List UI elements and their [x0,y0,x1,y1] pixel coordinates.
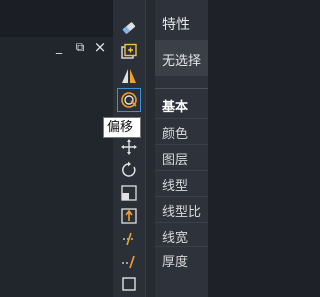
properties-title: 特性 [162,17,190,33]
break-icon [122,277,136,291]
copy-icon [121,43,137,59]
extend-icon [122,255,135,269]
mirror-tool[interactable] [119,66,139,86]
offset-tooltip: 偏移 [103,117,141,138]
close-button[interactable]: × [93,40,107,55]
prop-label: 线型 [162,179,189,194]
move-tool[interactable] [119,137,139,157]
rotate-tool[interactable] [119,160,139,180]
prop-row-linetype[interactable]: 线型 [155,170,208,195]
break-tool[interactable] [119,274,139,294]
eraser-icon [122,22,136,35]
prop-label: 线宽 [162,231,189,246]
offset-tool[interactable] [117,88,141,112]
trim-tool[interactable] [119,229,139,249]
scale-tool[interactable] [119,183,139,203]
stretch-tool[interactable] [119,206,139,226]
prop-row-layer[interactable]: 图层 [155,144,208,169]
scale-icon [121,185,137,201]
extend-tool[interactable] [119,252,139,272]
prop-label: 厚度 [162,255,189,270]
offset-icon [121,92,137,108]
restore-button[interactable]: ⧉ [73,40,87,54]
prop-row-lineweight[interactable]: 线宽 [155,222,208,247]
prop-row-color[interactable]: 颜色 [155,118,208,143]
prop-label: 线型比 [162,205,202,220]
prop-row-thickness[interactable]: 厚度 [155,246,208,271]
modify-toolbar [113,0,145,297]
stretch-icon [121,208,137,224]
rotate-icon [122,161,136,177]
mirror-icon [122,69,136,83]
move-icon [121,139,137,155]
section-basic-title[interactable]: 基本 [162,96,188,115]
prop-label: 图层 [162,153,189,168]
top-strip [0,0,113,37]
trim-icon [123,232,135,246]
prop-label: 颜色 [162,127,189,142]
prop-row-linetype-scale[interactable]: 线型比 [155,196,208,221]
minimize-button[interactable]: _ [52,40,66,54]
copy-tool[interactable] [119,42,139,62]
selection-label: 无选择 [162,54,202,69]
section-divider [155,88,208,89]
erase-tool[interactable] [119,18,139,38]
